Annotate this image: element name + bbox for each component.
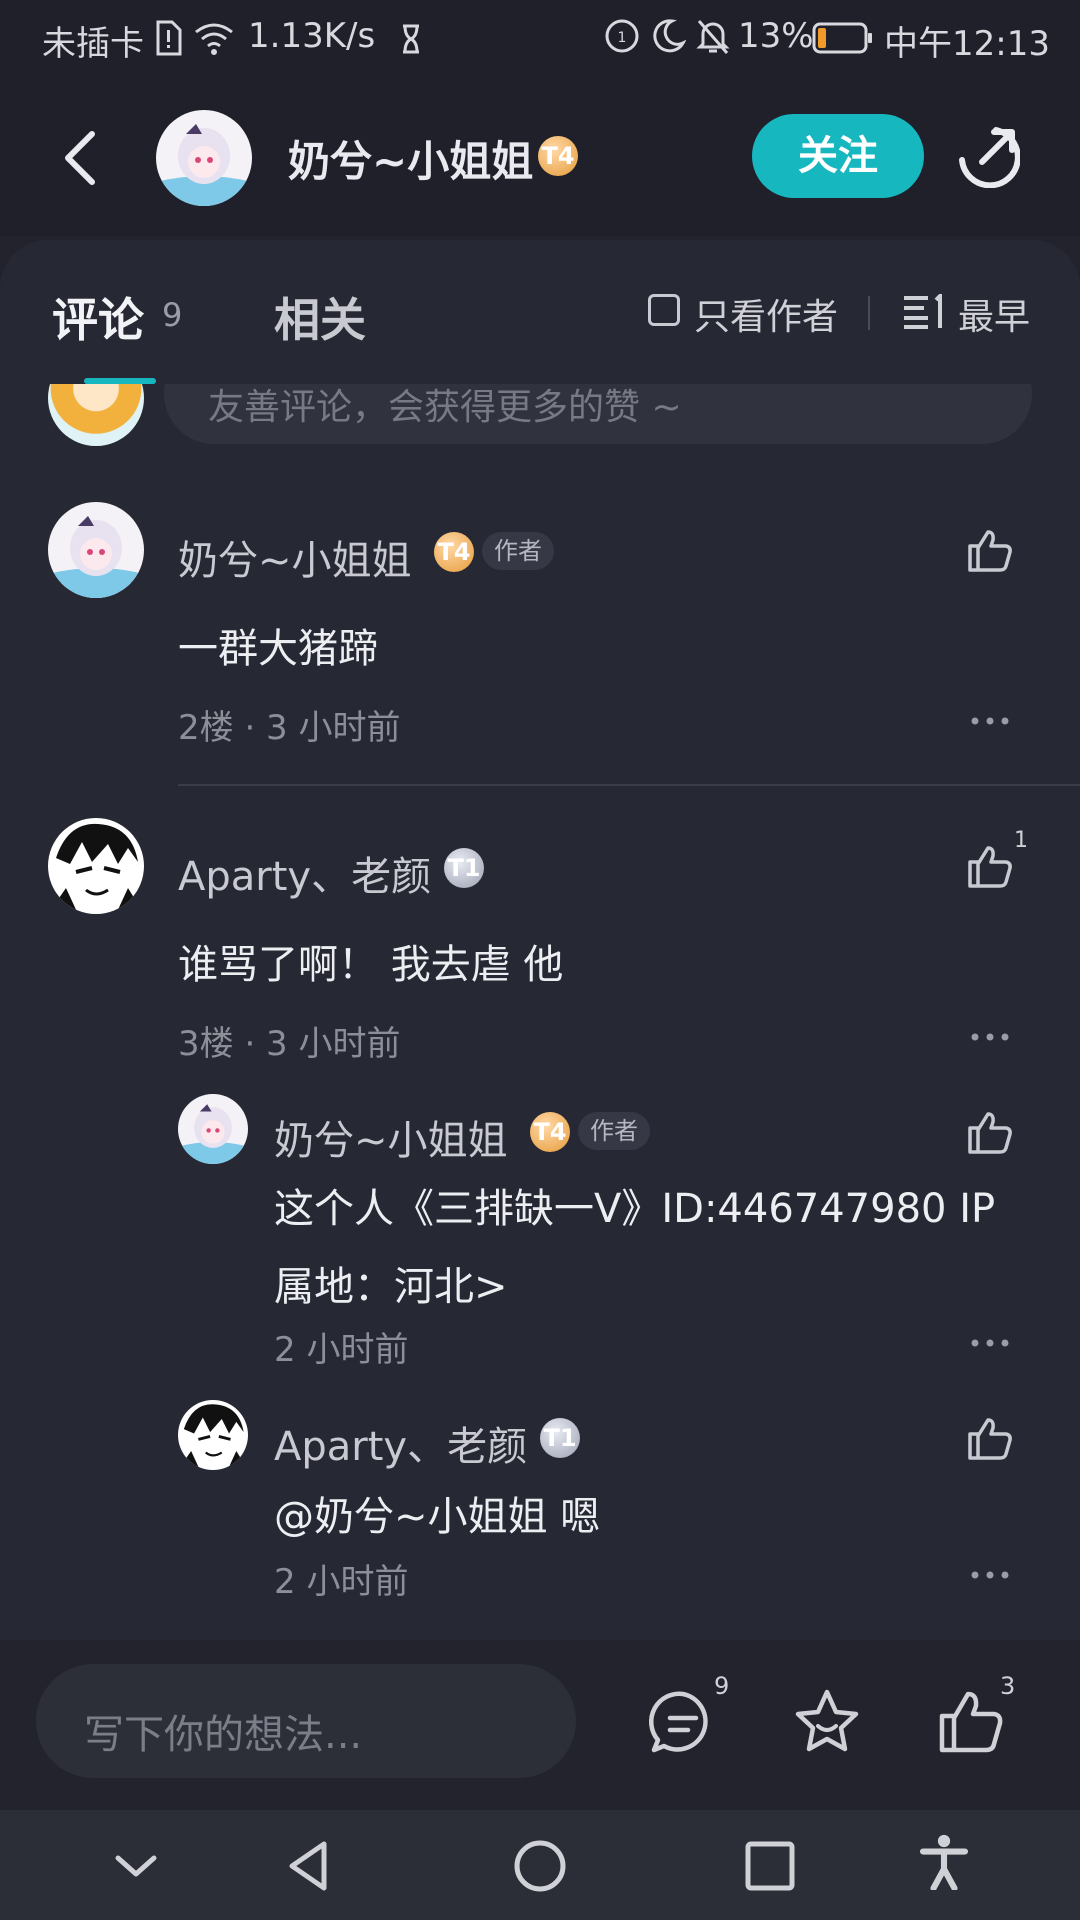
status-bar: 未插卡 1.13K/s 1 13% 中午12:13: [0, 0, 1080, 76]
thumbs-up-icon[interactable]: [936, 1686, 1006, 1756]
nav-back-icon[interactable]: [282, 1838, 338, 1894]
anime-avatar-image: [178, 1094, 248, 1164]
comment-text: 一群大猪蹄: [178, 626, 378, 672]
my-avatar: [48, 384, 144, 446]
reply-text-line1: 这个人《三排缺一V》ID:446747980 IP: [274, 1186, 996, 1232]
thumbs-up-icon[interactable]: [966, 1108, 1014, 1156]
level-badge-icon: T4: [530, 1112, 570, 1152]
comment-author[interactable]: 奶兮~小姐姐: [178, 528, 412, 586]
reply-avatar[interactable]: [178, 1400, 248, 1470]
hourglass-icon: [403, 24, 419, 54]
comment-meta: 3楼 · 3 小时前: [178, 1024, 401, 1064]
nav-home-icon[interactable]: [512, 1838, 568, 1894]
comment-input-row: 友善评论，会获得更多的赞 ~: [0, 384, 1080, 480]
write-comment-placeholder: 写下你的想法...: [84, 1712, 363, 1758]
data-saver-icon: 1: [605, 19, 639, 53]
comment-avatar[interactable]: [48, 818, 144, 914]
sim-icon: [156, 20, 182, 56]
filter-divider: [868, 296, 870, 330]
comment-like-count: 1: [1014, 828, 1028, 853]
star-favorite-icon[interactable]: [792, 1686, 862, 1756]
tab-comments[interactable]: 评论: [52, 284, 144, 350]
comment-avatar[interactable]: [48, 502, 144, 598]
thumbs-up-icon[interactable]: [966, 526, 1014, 574]
accessibility-icon[interactable]: [916, 1834, 972, 1890]
thumbs-up-icon[interactable]: [966, 842, 1014, 890]
comment-meta: 2楼 · 3 小时前: [178, 708, 401, 748]
more-options-icon[interactable]: [970, 716, 1010, 726]
comment-text: 谁骂了啊！ 我去虐 他: [178, 942, 564, 988]
wifi-icon: [195, 23, 233, 55]
level-badge-icon: T4: [538, 136, 578, 176]
comment-input-hint: 友善评论，会获得更多的赞 ~: [208, 387, 682, 428]
svg-text:1: 1: [618, 30, 627, 46]
like-count: 3: [1000, 1672, 1016, 1700]
level-badge-icon: T1: [540, 1418, 580, 1458]
reply-avatar[interactable]: [178, 1094, 248, 1164]
network-speed: 1.13K/s: [248, 16, 376, 56]
reply-text-line2[interactable]: 属地：河北>: [274, 1254, 508, 1312]
reply-meta: 2 小时前: [274, 1562, 409, 1602]
reply-text: @奶兮~小姐姐 嗯: [274, 1494, 601, 1540]
reply-meta: 2 小时前: [274, 1330, 409, 1370]
tab-related[interactable]: 相关: [274, 284, 366, 350]
author-only-checkbox[interactable]: [648, 294, 680, 326]
comment-author[interactable]: Aparty、老颜: [178, 844, 431, 902]
more-options-icon[interactable]: [970, 1032, 1010, 1042]
carrier-text: 未插卡: [42, 24, 144, 64]
reply-author[interactable]: 奶兮~小姐姐: [274, 1108, 508, 1166]
mute-bell-icon: [696, 20, 730, 54]
more-options-icon[interactable]: [970, 1338, 1010, 1348]
comment-bubble-icon[interactable]: [648, 1688, 718, 1758]
reply-author[interactable]: Aparty、老颜: [274, 1414, 527, 1472]
comment-count: 9: [714, 1672, 730, 1700]
monochrome-avatar-image: [48, 818, 144, 914]
nav-recents-icon[interactable]: [742, 1838, 798, 1894]
monochrome-avatar-image: [178, 1400, 248, 1470]
tab-comments-count: 9: [162, 296, 183, 334]
follow-button[interactable]: 关注: [752, 114, 924, 198]
comment-divider: [178, 784, 1080, 786]
author-tag: 作者: [578, 1112, 650, 1150]
anime-avatar-image: [48, 502, 144, 598]
moon-icon: [653, 19, 686, 53]
back-arrow-icon[interactable]: [58, 130, 102, 186]
author-tag: 作者: [482, 532, 554, 570]
chevron-down-icon[interactable]: [108, 1838, 164, 1894]
header-avatar[interactable]: [156, 110, 252, 206]
header-username[interactable]: 奶兮~小姐姐: [288, 128, 533, 189]
clock: 中午12:13: [884, 24, 1050, 64]
more-options-icon[interactable]: [970, 1570, 1010, 1580]
anime-avatar-image: [156, 110, 252, 206]
share-icon[interactable]: [956, 124, 1020, 188]
level-badge-icon: T1: [444, 848, 484, 888]
thumbs-up-icon[interactable]: [966, 1414, 1014, 1462]
sort-earliest-label[interactable]: 最早: [958, 288, 1030, 340]
level-badge-icon: T4: [434, 532, 474, 572]
sort-icon[interactable]: [902, 294, 946, 330]
author-only-label[interactable]: 只看作者: [694, 288, 838, 340]
battery-icon: [812, 22, 872, 54]
battery-percent: 13%: [738, 16, 814, 56]
